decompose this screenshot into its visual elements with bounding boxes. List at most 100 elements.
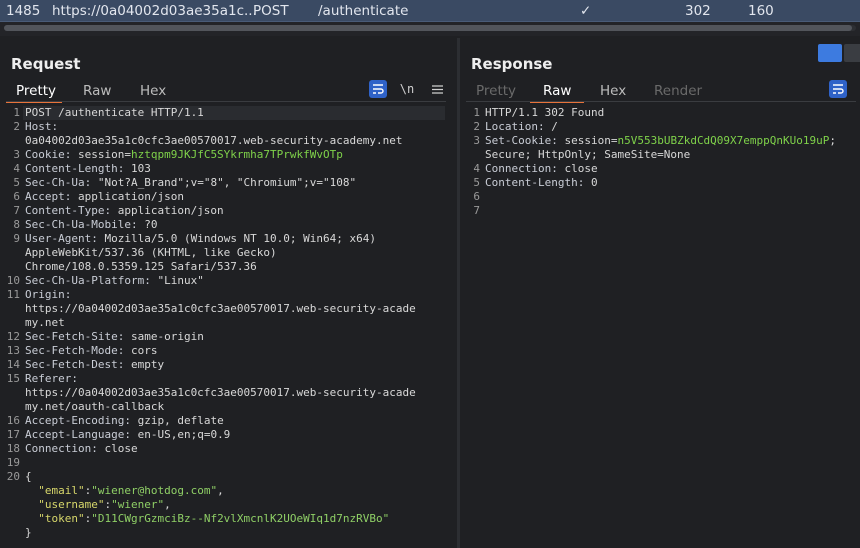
line-number: 7: [13, 204, 20, 217]
code-line: Sec-Ch-Ua-Platform: "Linux": [25, 274, 204, 288]
code-token: session: [564, 134, 611, 147]
code-line: Referer:: [25, 372, 78, 386]
newline-toggle-icon[interactable]: \n: [398, 80, 416, 98]
line-number: [0, 512, 20, 526]
line-number: 11: [6, 288, 20, 301]
code-token: 0: [590, 176, 598, 189]
code-token: application/json: [77, 190, 184, 203]
code-token: Sec-Fetch-Mode:: [25, 344, 131, 357]
row-path: /authenticate: [318, 3, 409, 19]
response-editor[interactable]: 1 HTTP/1.1 302 Found 2 Location: / 3 Set-Cook…: [460, 106, 860, 546]
code-token: Content-Length:: [25, 162, 131, 175]
code-line: Content-Type: application/json: [25, 204, 224, 218]
code-token: Referer:: [25, 372, 78, 385]
request-title: Request: [11, 55, 81, 73]
code-line: Accept-Language: en-US,en;q=0.9: [25, 428, 230, 442]
tab-raw[interactable]: Raw: [543, 83, 571, 99]
wrap-lines-icon[interactable]: [829, 80, 847, 98]
code-token: Chrome/108.0.5359.125 Safari/537.36: [25, 260, 257, 273]
line-number: 5: [13, 176, 20, 189]
response-title: Response: [471, 55, 553, 73]
code-line: Sec-Ch-Ua: "Not?A_Brand";v="8", "Chromiu…: [25, 176, 356, 190]
code-line: "username":"wiener",: [25, 498, 171, 512]
code-token: =: [124, 148, 131, 161]
request-pane: Request Pretty Raw Hex \n 1 POST /authent…: [0, 38, 457, 548]
code-token: close: [104, 442, 138, 455]
code-token: hztqpm9JKJfC5SYkrmha7TPrwkfWvOTp: [130, 148, 343, 161]
line-number: 13: [6, 344, 20, 357]
layout-side-by-side-icon[interactable]: [818, 44, 842, 62]
code-line: Chrome/108.0.5359.125 Safari/537.36: [25, 260, 257, 274]
code-token: Cookie:: [25, 148, 78, 161]
code-line: https://0a04002d03ae35a1c0cfc3ae00570017…: [25, 386, 416, 400]
code-token: Content-Type:: [25, 204, 118, 217]
line-number: 20: [6, 470, 20, 483]
code-token: my.net/oauth-callback: [25, 400, 165, 413]
horizontal-scrollbar[interactable]: [0, 22, 860, 36]
code-line: {: [25, 470, 32, 484]
line-number: [0, 134, 20, 148]
code-line: Accept: application/json: [25, 190, 184, 204]
code-token: ?0: [144, 218, 158, 231]
code-line: https://0a04002d03ae35a1c0cfc3ae00570017…: [25, 302, 416, 316]
code-token: "username": [38, 498, 105, 511]
code-line: AppleWebKit/537.36 (KHTML, like Gecko): [25, 246, 277, 260]
code-token: "Not?A_Brand";v="8", "Chromium";v="108": [97, 176, 357, 189]
code-token: Sec-Fetch-Site:: [25, 330, 131, 343]
code-token: https://0a04002d03ae35a1c0cfc3ae00570017…: [25, 386, 416, 399]
code-token: Host:: [25, 120, 59, 133]
hamburger-icon[interactable]: [428, 80, 446, 98]
code-line: Connection: close: [25, 442, 138, 456]
line-number: [0, 302, 20, 316]
code-token: ,: [164, 498, 171, 511]
request-editor[interactable]: 1 POST /authenticate HTTP/1.1 2 Host: 0a0400…: [0, 106, 450, 546]
code-token: my.net: [25, 316, 65, 329]
row-id: 1485: [6, 3, 41, 19]
code-token: Connection:: [25, 442, 105, 455]
code-token: "email": [38, 484, 85, 497]
code-token: Sec-Ch-Ua-Platform:: [25, 274, 158, 287]
code-token: POST /authenticate HTTP/1.1: [25, 106, 204, 119]
code-line: Host:: [25, 120, 58, 134]
code-token: Origin:: [25, 288, 72, 301]
code-line: "token":"D11CWgrGzmciBz--Nf2vlXmcnlK2UOe…: [25, 512, 389, 526]
tab-pretty[interactable]: Pretty: [476, 83, 516, 99]
history-row-selected[interactable]: 1485 https://0a04002d03ae35a1c... POST /…: [0, 0, 860, 22]
code-line: Cookie: session=hztqpm9JKJfC5SYkrmha7TPr…: [25, 148, 343, 162]
tab-render[interactable]: Render: [654, 83, 702, 99]
code-line: Set-Cookie: session=n5V553bUBZkdCdQ09X7e…: [485, 134, 836, 148]
code-line: POST /authenticate HTTP/1.1: [25, 106, 204, 120]
response-pane: Response Pretty Raw Hex Render 1 HTTP/1.1…: [460, 38, 860, 548]
code-line: Content-Length: 103: [25, 162, 151, 176]
code-line: Sec-Fetch-Mode: cors: [25, 344, 157, 358]
line-number: 1: [473, 106, 480, 119]
code-token: same-origin: [130, 330, 204, 343]
code-line: Sec-Fetch-Dest: empty: [25, 358, 164, 372]
tab-raw[interactable]: Raw: [83, 83, 111, 99]
line-number: 7: [473, 204, 480, 217]
line-number: 5: [473, 176, 480, 189]
code-token: }: [25, 526, 32, 539]
tab-hex[interactable]: Hex: [140, 83, 166, 99]
code-token: Sec-Ch-Ua:: [25, 176, 98, 189]
tabs-divider: [466, 101, 856, 102]
tab-hex[interactable]: Hex: [600, 83, 626, 99]
code-line: Sec-Fetch-Site: same-origin: [25, 330, 204, 344]
code-token: session: [77, 148, 125, 161]
code-token: Accept-Encoding:: [25, 414, 138, 427]
wrap-lines-icon[interactable]: [369, 80, 387, 98]
scrollbar-thumb[interactable]: [4, 25, 852, 31]
code-token: empty: [130, 358, 165, 371]
tab-pretty[interactable]: Pretty: [16, 83, 56, 99]
layout-stacked-icon[interactable]: [844, 44, 860, 62]
code-token: AppleWebKit/537.36 (KHTML, like Gecko): [25, 246, 277, 259]
line-number: 14: [6, 358, 20, 371]
code-token: n5V553bUBZkdCdQ09X7emppQnKUo19uP: [617, 134, 830, 147]
code-line: User-Agent: Mozilla/5.0 (Windows NT 10.0…: [25, 232, 376, 246]
check-icon: ✓: [580, 3, 592, 19]
line-number: [0, 400, 20, 414]
code-line: Origin:: [25, 288, 71, 302]
code-token: application/json: [117, 204, 224, 217]
